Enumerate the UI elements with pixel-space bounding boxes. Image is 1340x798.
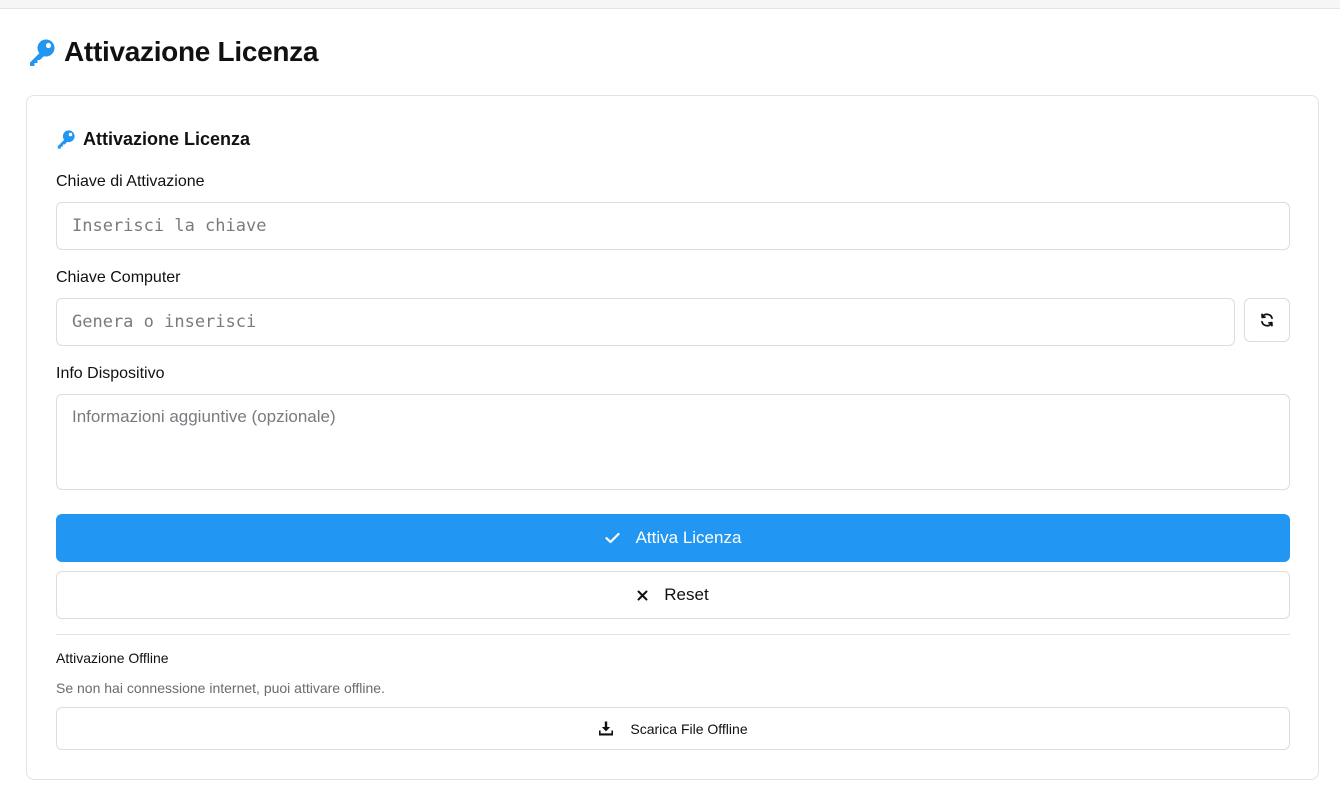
top-strip (0, 0, 1340, 9)
activate-license-button[interactable]: Attiva Licenza (56, 514, 1290, 562)
refresh-icon (1259, 312, 1275, 328)
card-title-text: Attivazione Licenza (83, 128, 251, 149)
generate-computer-key-button[interactable] (1244, 298, 1290, 342)
activation-card: Attivazione Licenza Chiave di Attivazion… (26, 95, 1319, 780)
divider (56, 634, 1290, 635)
computer-key-label: Chiave Computer (56, 269, 181, 286)
close-icon (637, 590, 648, 601)
check-icon (604, 532, 620, 544)
computer-key-input[interactable] (56, 298, 1235, 346)
offline-section-title: Attivazione Offline (56, 650, 169, 666)
download-offline-file-button[interactable]: Scarica File Offline (56, 707, 1290, 750)
download-icon (598, 721, 614, 736)
page-header: Attivazione Licenza (26, 34, 318, 70)
reset-label: Reset (664, 585, 709, 604)
card-title: Attivazione Licenza (55, 128, 250, 150)
activation-key-input[interactable] (56, 202, 1290, 250)
key-icon (55, 128, 77, 150)
page-title: Attivazione Licenza (64, 36, 319, 67)
reset-button[interactable]: Reset (56, 571, 1290, 619)
key-icon (26, 36, 58, 68)
download-offline-file-label: Scarica File Offline (630, 720, 748, 737)
device-info-textarea[interactable] (56, 394, 1290, 490)
device-info-label: Info Dispositivo (56, 365, 165, 382)
offline-section-description: Se non hai connessione internet, puoi at… (56, 680, 385, 696)
activate-license-label: Attiva Licenza (635, 528, 742, 547)
activation-key-label: Chiave di Attivazione (56, 173, 205, 190)
